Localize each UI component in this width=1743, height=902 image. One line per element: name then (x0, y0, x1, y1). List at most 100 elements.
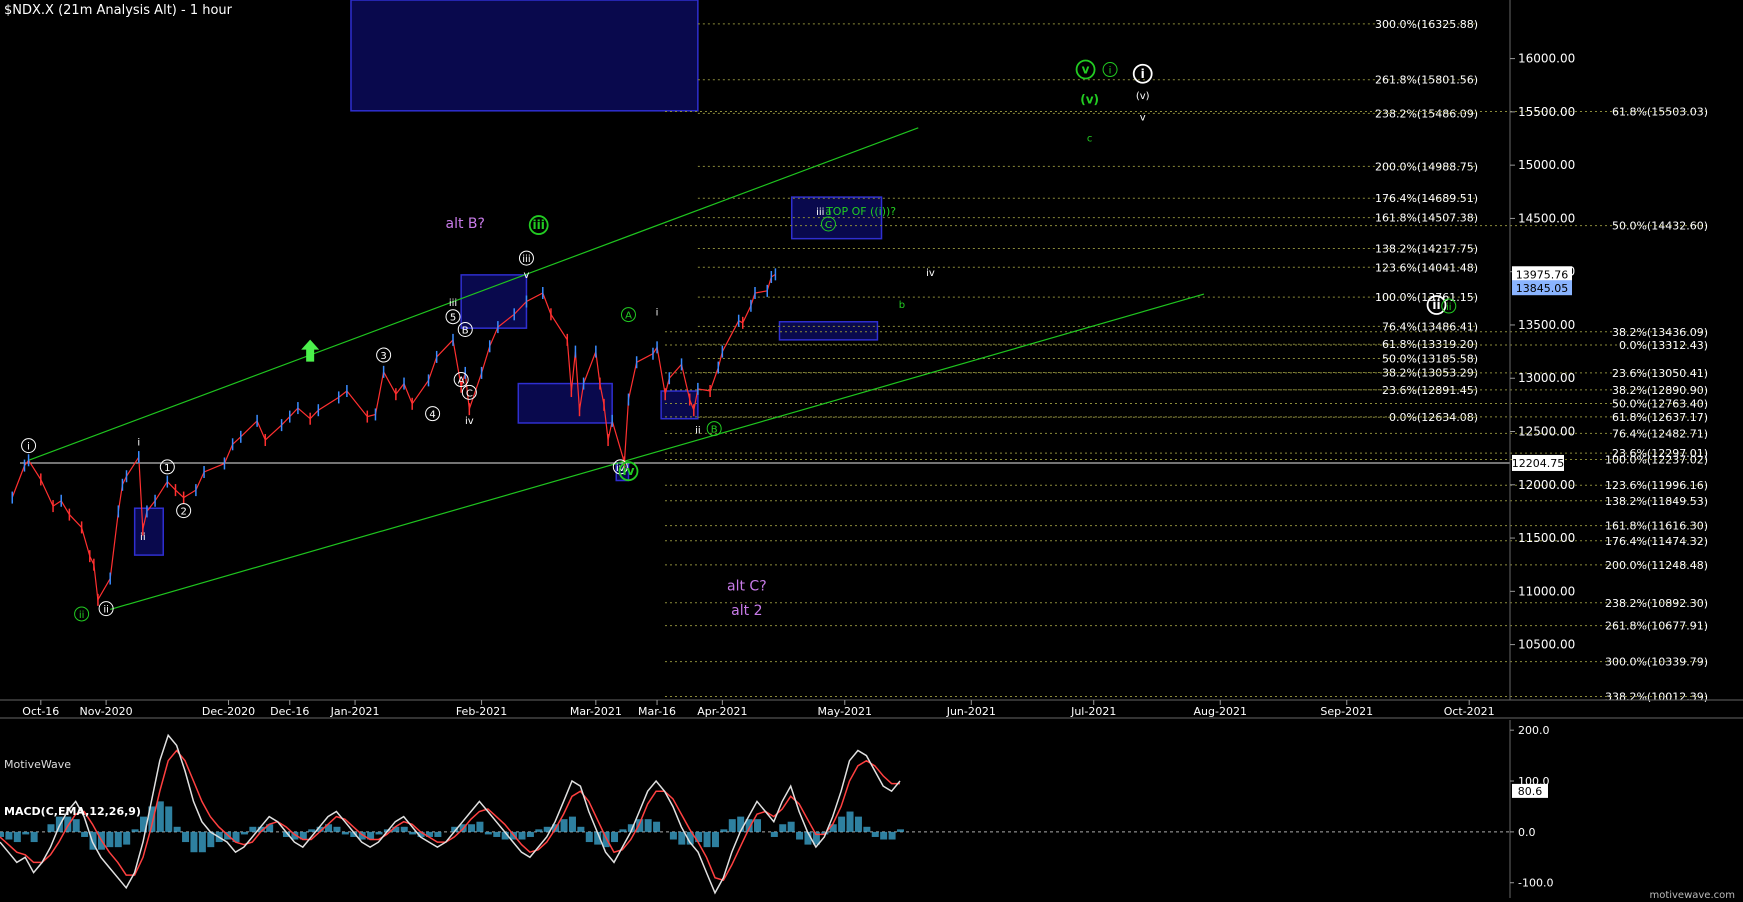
macd-hist-bar (787, 821, 795, 832)
fib-label: 38.2%(12890.90) (1612, 384, 1708, 397)
support-price-label: 12204.75 (1512, 457, 1565, 470)
macd-hist-bar (585, 831, 593, 843)
fib-label: 76.4%(12482.71) (1612, 427, 1708, 440)
macd-label: MACD(C,EMA,12,26,9) (4, 805, 141, 818)
macd-hist-bar (653, 821, 661, 832)
macd-hist-bar (409, 831, 417, 835)
macd-hist-bar (30, 831, 38, 843)
y-tick-label: 15500.00 (1518, 105, 1575, 119)
macd-hist-bar (341, 831, 349, 835)
macd-hist-bar (829, 824, 837, 832)
fib-label: 61.8%(12637.17) (1612, 411, 1708, 424)
fib-label: 123.6%(14041.48) (1375, 261, 1478, 274)
wave-label: i (137, 437, 140, 448)
fib-label: 0.0%(12634.08) (1389, 411, 1478, 424)
macd-hist-bar (156, 801, 164, 832)
macd-hist-bar (863, 826, 871, 832)
macd-hist-bar (400, 826, 408, 832)
macd-hist-bar (5, 831, 13, 840)
macd-current-label: 80.6 (1518, 785, 1543, 798)
macd-hist-bar (47, 824, 55, 832)
y-tick-label: 16000.00 (1518, 52, 1575, 66)
y-tick-label: 12500.00 (1518, 425, 1575, 439)
feb-box (517, 382, 613, 424)
fib-label: 300.0%(16325.88) (1375, 18, 1478, 31)
macd-hist-bar (13, 831, 21, 843)
macd-hist-bar (720, 829, 728, 832)
y-tick-label: 11500.00 (1518, 531, 1575, 545)
macd-hist-bar (560, 819, 568, 832)
wave-label: A (625, 311, 632, 322)
macd-hist-bar (72, 819, 80, 832)
macd-hist-bar (484, 831, 492, 835)
last-price-label: 13845.05 (1516, 282, 1569, 295)
macd-hist-bar (165, 806, 173, 832)
fib-label: 0.0%(13312.43) (1619, 339, 1708, 352)
ii-box (133, 507, 164, 556)
macd-hist-bar (711, 831, 719, 848)
fib-label: 50.0%(14432.60) (1612, 220, 1708, 233)
chart-background (0, 0, 1743, 902)
wave-label: ii (1446, 302, 1452, 313)
y-tick-label: 13000.00 (1518, 371, 1575, 385)
macd-hist-bar (476, 821, 484, 832)
wave-label: B (462, 325, 469, 336)
fib-label: 38.2%(13436.09) (1612, 326, 1708, 339)
macd-hist-bar (123, 831, 131, 845)
wave-label: iv (465, 416, 474, 427)
macd-hist-bar (535, 829, 543, 832)
macd-hist-bar (106, 831, 114, 848)
fib-label: 238.2%(10892.30) (1605, 597, 1708, 610)
wave-label: iv (926, 268, 935, 279)
y-tick-label: 12000.00 (1518, 478, 1575, 492)
macd-hist-bar (131, 829, 139, 832)
y-tick-label: 10500.00 (1518, 638, 1575, 652)
fib-label: 161.8%(11616.30) (1605, 520, 1708, 533)
macd-hist-bar (114, 831, 122, 848)
fib-label: 338.2%(10012.39) (1605, 691, 1708, 704)
macd-hist-bar (526, 831, 534, 837)
wave-label: i (656, 307, 659, 318)
wave-label: c (1087, 134, 1093, 145)
y-tick-label: 14500.00 (1518, 211, 1575, 225)
fib-label: 176.4%(11474.32) (1605, 535, 1708, 548)
macd-hist-bar (0, 831, 4, 837)
wave-label: v (1140, 112, 1146, 123)
macd-hist-bar (669, 831, 677, 840)
macd-hist-bar (518, 831, 526, 840)
macd-hist-bar (888, 831, 896, 840)
macd-hist-bar (611, 831, 619, 843)
wave-label: 2 (180, 507, 186, 518)
wave-label: iii (522, 254, 530, 265)
y-tick-label: 11000.00 (1518, 584, 1575, 598)
fib-label: 261.8%(15801.56) (1375, 74, 1478, 87)
fib-label: 176.4%(14689.51) (1375, 192, 1478, 205)
footer-site: motivewave.com (1649, 890, 1735, 901)
top-box (350, 0, 699, 112)
x-tick-label: Jan-2021 (330, 705, 380, 718)
y-tick-label: 15000.00 (1518, 158, 1575, 172)
wave-label: iv (623, 464, 635, 478)
chart-title: $NDX.X (21m Analysis Alt) - 1 hour (4, 3, 232, 18)
fib-label: 138.2%(11849.53) (1605, 495, 1708, 508)
macd-hist-bar (678, 831, 686, 845)
wave-label: C (466, 388, 473, 399)
x-tick-label: Dec-16 (270, 705, 309, 718)
fib-label: 200.0%(11248.48) (1605, 559, 1708, 572)
y-tick-label: 13500.00 (1518, 318, 1575, 332)
fib-label: 50.0%(13185.58) (1382, 352, 1478, 365)
chart-canvas: 300.0%(16325.88)261.8%(15801.56)238.2%(1… (0, 0, 1743, 902)
macd-hist-bar (796, 831, 804, 840)
wave-label: 5 (450, 313, 456, 324)
macd-hist-bar (703, 831, 711, 848)
macd-hist-bar (173, 826, 181, 832)
fib-label: 138.2%(14217.75) (1375, 242, 1478, 255)
macd-hist-bar (636, 819, 644, 832)
macd-hist-bar (880, 831, 888, 840)
macd-hist-bar (619, 829, 627, 832)
x-tick-label: Sep-2021 (1320, 705, 1373, 718)
wave-label: (v) (1080, 92, 1099, 106)
macd-hist-bar (333, 826, 341, 832)
fib-label: 200.0%(14988.75) (1375, 160, 1478, 173)
fib-label: 23.6%(13050.41) (1612, 367, 1708, 380)
